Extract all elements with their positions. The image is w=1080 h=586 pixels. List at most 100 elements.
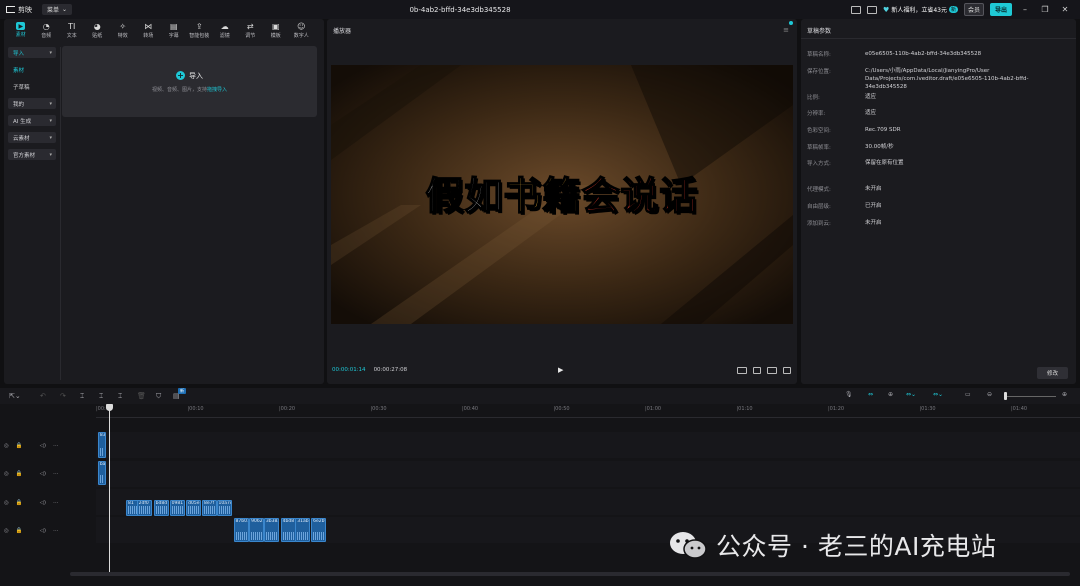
timeline-clip[interactable]: 87b01	[233, 518, 249, 542]
cover-icon[interactable]: ▭	[965, 391, 971, 398]
tool-label: 数字人	[293, 32, 309, 39]
tool-filter[interactable]: ☁ 滤镜	[212, 19, 238, 41]
close-icon[interactable]: ✕	[1058, 5, 1072, 14]
sidenav-item-subdraft[interactable]: 子草稿	[8, 81, 56, 92]
vip-button[interactable]: 会员	[963, 3, 984, 16]
tool-text[interactable]: TI 文本	[59, 19, 85, 41]
playhead[interactable]	[109, 404, 110, 574]
import-hint-link[interactable]: 拖拽导入	[207, 87, 227, 93]
timeline-clip[interactable]: 8e7f	[201, 500, 217, 516]
time-ruler[interactable]: |00:00 |00:10 |00:20 |00:30 |00:40 |00:50 |01:…	[96, 404, 1080, 418]
timeline-clip[interactable]: 6e2b9	[311, 518, 327, 542]
more-icon[interactable]: ⋯	[53, 443, 59, 449]
audio-toggle-icon[interactable]: ◁)	[40, 471, 46, 477]
promo-badge: 新	[948, 6, 958, 13]
delete-icon[interactable]: 🗑	[137, 392, 146, 400]
fullscreen-icon[interactable]	[783, 366, 791, 374]
tool-avatar[interactable]: ☺ 数字人	[289, 19, 315, 41]
play-icon[interactable]: ▶	[558, 366, 563, 374]
redo-icon[interactable]: ↷	[60, 392, 66, 400]
export-button[interactable]: 导出	[989, 3, 1012, 16]
maximize-icon[interactable]: ❐	[1038, 5, 1052, 14]
ratio-icon[interactable]	[767, 366, 777, 374]
draft-title: 草稿参数	[807, 28, 832, 35]
timeline-scrollbar[interactable]	[70, 572, 1070, 576]
tool-caption[interactable]: ▤ 字幕	[161, 19, 187, 41]
sidenav-item-official[interactable]: 官方素材 ▾	[8, 149, 56, 160]
tool-sticker[interactable]: ◕ 贴纸	[85, 19, 111, 41]
tool-transition[interactable]: ⋈ 转场	[136, 19, 162, 41]
tool-adjust[interactable]: ⇄ 调节	[238, 19, 264, 41]
zoom-slider-track[interactable]	[1004, 396, 1056, 397]
link-icon[interactable]: ⊕	[888, 391, 893, 398]
sidenav-item-cloud[interactable]: 云素材 ▾	[8, 132, 56, 143]
timeline-clip[interactable]: 31ab7	[295, 518, 311, 542]
audio-waveform	[138, 506, 150, 514]
tool-smart-pack[interactable]: ⇪ 智能包装	[187, 19, 213, 41]
modify-button[interactable]: 修改	[1036, 367, 1068, 379]
timeline-clip[interactable]: 4bd8	[280, 518, 296, 542]
more-icon[interactable]: ⋯	[53, 471, 59, 477]
timeline-clip[interactable]: 83	[97, 432, 106, 458]
shield-icon[interactable]: ⛉	[156, 392, 161, 401]
tool-audio[interactable]: ◔ 音频	[34, 19, 60, 41]
layout-icon[interactable]	[851, 5, 862, 14]
visibility-icon[interactable]: ◎	[4, 500, 9, 506]
sidenav-item-import[interactable]: 导入 ▾	[8, 47, 56, 58]
visibility-icon[interactable]: ◎	[4, 528, 9, 534]
chevron-down-icon: ▾	[49, 134, 52, 141]
import-hint: 视频、音频、图片，支持拖拽导入	[152, 86, 227, 93]
sidenav-item-mine[interactable]: 我的 ▾	[8, 98, 56, 109]
import-dropzone[interactable]: + 导入 视频、音频、图片，支持拖拽导入	[62, 46, 317, 117]
screen-icon[interactable]	[867, 5, 878, 14]
audio-toggle-icon[interactable]: ◁)	[40, 443, 46, 449]
menu-icon[interactable]: ≡	[783, 26, 789, 34]
audio-waveform	[99, 448, 104, 456]
tool-media[interactable]: ▶ 素材	[8, 19, 34, 41]
full-quality-icon[interactable]	[737, 366, 747, 374]
audio-waveform	[251, 532, 263, 540]
prop-free-layer: 自由层级: 已开启	[807, 202, 1072, 210]
more-icon[interactable]: ⋯	[53, 500, 59, 506]
timeline-clip[interactable]: 0981	[169, 500, 185, 516]
visibility-icon[interactable]: ◎	[4, 443, 9, 449]
auto-snap-icon[interactable]: ⇔⌄	[906, 391, 916, 398]
crop-icon[interactable]	[753, 366, 761, 374]
split-right-icon[interactable]: ⌶	[118, 392, 122, 401]
microphone-icon[interactable]: 🎙	[845, 391, 853, 398]
sidenav-item-media[interactable]: 素材	[8, 64, 56, 75]
sidenav-item-ai-generate[interactable]: AI 生成 ▾	[8, 115, 56, 126]
promo-banner[interactable]: ♥ 新人福利，立省43元 新	[883, 5, 958, 14]
lock-icon[interactable]: 🔒	[16, 500, 23, 506]
timeline-clip[interactable]: 9062	[249, 518, 265, 542]
video-preview[interactable]: 假如书籍会说话	[331, 65, 793, 324]
lock-icon[interactable]: 🔒	[16, 443, 23, 449]
timeline-clip[interactable]: 10a7c	[216, 500, 232, 516]
audio-toggle-icon[interactable]: ◁)	[40, 500, 46, 506]
visibility-icon[interactable]: ◎	[4, 471, 9, 477]
lock-icon[interactable]: 🔒	[16, 471, 23, 477]
timeline-clip[interactable]: ba	[97, 461, 106, 485]
cursor-icon[interactable]: ⇱⌄	[9, 392, 21, 400]
draft-params-panel: 草稿参数 草稿名称: e05e6505-110b-4ab2-bffd-34e3db…	[801, 19, 1076, 384]
timeline-clip[interactable]: 2df0	[136, 500, 152, 516]
timeline-clip[interactable]: d05e	[186, 500, 202, 516]
timeline-clip[interactable]: 3b382	[263, 518, 279, 542]
zoom-in-icon[interactable]: ⊕	[1062, 391, 1067, 398]
lock-icon[interactable]: 🔒	[16, 528, 23, 534]
split-icon[interactable]: ⌶	[80, 392, 84, 401]
more-icon[interactable]: ⋯	[53, 528, 59, 534]
preview-axis-icon[interactable]: ⇔⌄	[933, 391, 943, 398]
zoom-slider-handle[interactable]	[1004, 392, 1007, 400]
tool-template[interactable]: ▣ 模板	[263, 19, 289, 41]
split-left-icon[interactable]: ⌶	[99, 392, 103, 401]
main-track-magnet-icon[interactable]: ⇔	[868, 391, 873, 398]
tool-effects[interactable]: ✧ 特效	[110, 19, 136, 41]
prop-key: 代理模式:	[807, 187, 831, 193]
undo-icon[interactable]: ↶	[40, 392, 46, 400]
audio-toggle-icon[interactable]: ◁)	[40, 528, 46, 534]
minimize-icon[interactable]: –	[1018, 5, 1032, 14]
zoom-out-icon[interactable]: ⊖	[987, 391, 992, 398]
timeline-clip[interactable]: bd8d	[153, 500, 169, 516]
sidenav-label: 导入	[13, 50, 25, 57]
